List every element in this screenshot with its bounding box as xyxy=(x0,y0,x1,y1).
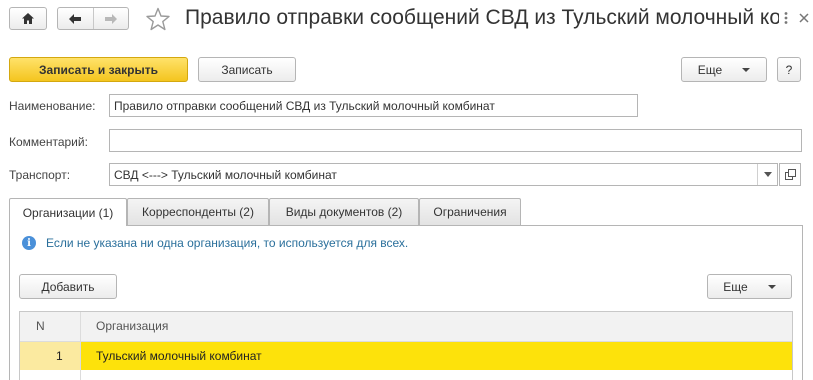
open-form-icon xyxy=(784,169,796,180)
star-outline-icon[interactable] xyxy=(145,6,171,32)
home-button[interactable] xyxy=(9,7,47,30)
save-button[interactable]: Записать xyxy=(198,57,296,82)
save-and-close-button[interactable]: Записать и закрыть xyxy=(9,57,188,82)
column-divider xyxy=(80,312,81,380)
transport-value: СВД <---> Тульский молочный комбинат xyxy=(114,168,337,182)
help-button[interactable]: ? xyxy=(777,57,801,82)
row-organization: Тульский молочный комбинат xyxy=(96,349,262,363)
tab-restrictions[interactable]: Ограничения xyxy=(419,198,521,225)
close-icon[interactable] xyxy=(797,11,811,25)
row-number-cell xyxy=(20,342,80,370)
tab-correspondents[interactable]: Корреспонденты (2) xyxy=(127,198,269,225)
comment-field[interactable] xyxy=(109,129,802,152)
row-number: 1 xyxy=(56,349,63,363)
table-header: N Организация xyxy=(20,312,792,342)
add-button[interactable]: Добавить xyxy=(19,274,117,299)
panel-more-button[interactable]: Еще xyxy=(707,274,792,299)
transport-label: Транспорт: xyxy=(9,168,71,182)
history-nav xyxy=(57,7,129,30)
name-label: Наименование: xyxy=(9,99,96,113)
panel-more-label: Еще xyxy=(723,279,748,294)
tab-document-types[interactable]: Виды документов (2) xyxy=(269,198,419,225)
transport-field[interactable]: СВД <---> Тульский молочный комбинат xyxy=(109,163,778,186)
back-button[interactable] xyxy=(58,8,93,29)
window-title: Правило отправки сообщений СВД из Тульск… xyxy=(185,6,779,29)
organizations-table: N Организация 1 Тульский молочный комбин… xyxy=(19,311,793,380)
table-row[interactable]: 1 Тульский молочный комбинат xyxy=(20,342,792,370)
comment-label: Комментарий: xyxy=(9,135,88,149)
home-icon xyxy=(22,13,34,24)
transport-open-button[interactable] xyxy=(779,163,801,186)
info-icon: i xyxy=(22,236,36,250)
chevron-down-icon xyxy=(742,67,751,72)
chevron-down-icon xyxy=(767,284,776,289)
vertical-dots-icon[interactable] xyxy=(779,11,793,25)
tab-organizations[interactable]: Организации (1) xyxy=(9,198,127,226)
info-text: Если не указана ни одна организация, то … xyxy=(46,236,409,250)
more-actions-label: Еще xyxy=(697,62,723,77)
column-header-organization[interactable]: Организация xyxy=(96,312,168,341)
more-actions-button[interactable]: Еще xyxy=(681,57,767,82)
arrow-left-icon xyxy=(69,13,82,24)
info-message: i Если не указана ни одна организация, т… xyxy=(22,236,408,250)
title-bar: Правило отправки сообщений СВД из Тульск… xyxy=(0,0,813,44)
chevron-down-icon xyxy=(763,172,772,177)
forward-button[interactable] xyxy=(92,8,129,29)
name-field[interactable]: Правило отправки сообщений СВД из Тульск… xyxy=(109,94,638,117)
arrow-right-icon xyxy=(104,13,117,24)
column-header-n[interactable]: N xyxy=(36,312,45,341)
transport-dropdown-button[interactable] xyxy=(757,164,777,185)
